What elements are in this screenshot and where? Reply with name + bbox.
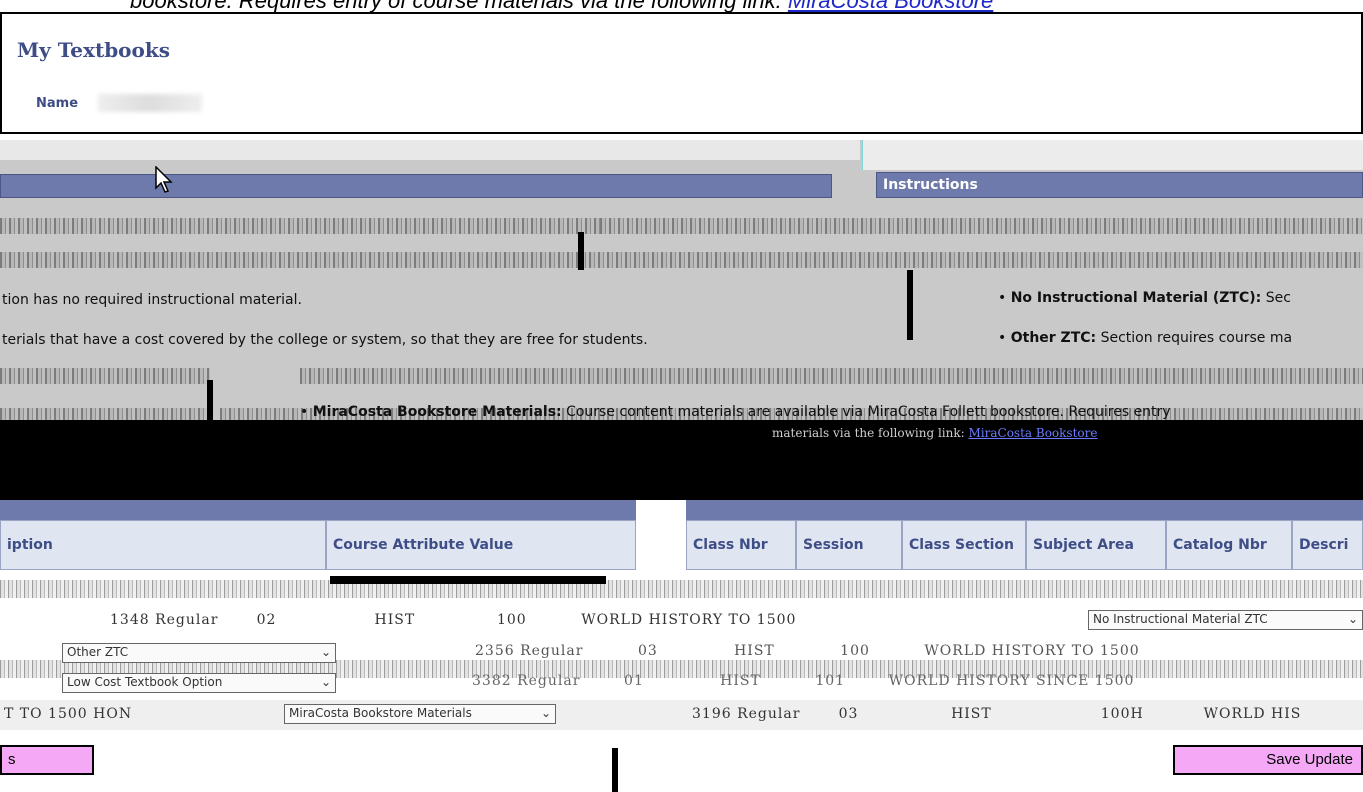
cell-subject: HIST <box>734 643 775 659</box>
cell-description: WORLD HIS <box>1203 706 1302 722</box>
glitch-bar <box>612 748 618 792</box>
bullet-other-label: Other ZTC: <box>1010 330 1097 346</box>
course-attribute-select[interactable]: Low Cost Textbook Option ⌄ <box>62 673 336 693</box>
glitch-strip <box>0 368 210 384</box>
black-band-sentence: materials via the following link: <box>772 426 965 440</box>
col-class-nbr: Class Nbr <box>686 520 796 570</box>
bullet-icon: • <box>998 330 1007 346</box>
banner-text: bookstore. Requires entry of course mate… <box>130 0 993 12</box>
cell-session: Regular <box>155 612 219 628</box>
cell-session: Regular <box>517 673 581 689</box>
black-band-text: materials via the following link: MiraCo… <box>772 426 1097 440</box>
col-course-attribute-value: Course Attribute Value <box>326 520 636 570</box>
table-row[interactable]: 3382 Regular 01 HIST 101 WORLD HISTORY S… <box>472 673 1134 689</box>
options-top-band <box>0 140 860 160</box>
banner-sentence: bookstore. Requires entry of course mate… <box>130 0 782 12</box>
table-row[interactable]: 3196 Regular 03 HIST 100H WORLD HIS <box>692 706 1301 722</box>
bullet-other-rest: Section requires course ma <box>1100 330 1293 346</box>
left-table-header-bar <box>0 500 636 520</box>
bullet-no-material-label: No Instructional Material (ZTC): <box>1010 290 1262 306</box>
table-row[interactable]: 1348 Regular 02 HIST 100 WORLD HISTORY T… <box>110 612 796 628</box>
bullet-miracosta-rest: Course content materials are available v… <box>566 404 1171 420</box>
cell-subject: HIST <box>374 612 416 628</box>
page-title: My Textbooks <box>17 38 170 62</box>
select-value: MiraCosta Bookstore Materials <box>289 706 472 720</box>
select-value: Other ZTC <box>67 645 129 659</box>
chevron-down-icon: ⌄ <box>540 706 551 720</box>
chevron-down-icon: ⌄ <box>320 675 331 689</box>
col-description-right: Descri <box>1292 520 1363 570</box>
bullet-other-ztc: • Other ZTC: Section requires course ma <box>998 330 1292 346</box>
cell-class-nbr: 2356 <box>475 643 515 659</box>
cell-section: 03 <box>838 706 859 722</box>
col-session: Session <box>796 520 902 570</box>
cell-catalog: 100 <box>496 612 527 628</box>
glitch-bar <box>207 380 213 420</box>
cell-section: 02 <box>256 612 277 628</box>
cell-subject: HIST <box>720 673 761 689</box>
bullet-icon: • <box>998 290 1007 306</box>
bullet-icon: • <box>300 404 309 420</box>
black-band-bookstore-link[interactable]: MiraCosta Bookstore <box>969 426 1098 440</box>
cell-catalog: 100H <box>1100 706 1144 722</box>
glitch-bar <box>578 232 584 270</box>
col-description: iption <box>0 520 326 570</box>
cell-section: 03 <box>637 643 658 659</box>
glitch-strip <box>0 252 580 268</box>
select-value: No Instructional Material ZTC <box>1093 612 1268 626</box>
black-glitch-band <box>0 420 1363 500</box>
right-top-strip <box>862 140 1363 170</box>
cell-catalog: 100 <box>840 643 870 659</box>
options-header-bar <box>0 174 832 198</box>
cell-section: 01 <box>624 673 644 689</box>
cell-class-nbr: 3382 <box>472 673 512 689</box>
glitch-strip <box>600 218 1363 234</box>
instructions-title: Instructions <box>883 177 978 193</box>
bullet-miracosta: • MiraCosta Bookstore Materials: Course … <box>300 404 1171 420</box>
glitch-strip <box>580 252 1363 268</box>
header-panel: My Textbooks Name <box>0 12 1363 134</box>
cell-description-left: T TO 1500 HON <box>4 706 133 722</box>
cell-class-nbr: 1348 <box>110 612 150 628</box>
glitch-bar <box>330 576 606 584</box>
bullet-no-material-rest: Sec <box>1265 290 1291 306</box>
glitch-strip <box>0 218 600 234</box>
left-action-button[interactable]: s <box>0 745 94 775</box>
table-row-glitch <box>0 580 1363 598</box>
banner-bookstore-link[interactable]: MiraCosta Bookstore <box>788 0 993 12</box>
mouse-cursor-icon <box>155 166 173 193</box>
table-row[interactable]: 2356 Regular 03 HIST 100 WORLD HISTORY T… <box>475 643 1140 659</box>
course-attribute-select[interactable]: Other ZTC ⌄ <box>62 643 336 663</box>
top-banner: bookstore. Requires entry of course mate… <box>0 0 1363 12</box>
col-subject-area: Subject Area <box>1026 520 1166 570</box>
col-catalog-nbr: Catalog Nbr <box>1166 520 1292 570</box>
glitch-strip <box>300 368 1363 384</box>
right-table-header-bar <box>686 500 1363 520</box>
instructions-header: Instructions <box>876 172 1363 198</box>
bullet-miracosta-label: MiraCosta Bookstore Materials: <box>312 404 562 420</box>
cell-description: WORLD HISTORY TO 1500 <box>924 643 1140 659</box>
cell-subject: HIST <box>951 706 992 722</box>
cell-class-nbr: 3196 <box>692 706 732 722</box>
cell-catalog: 101 <box>815 673 846 689</box>
name-value-redacted <box>98 94 202 112</box>
save-updates-button[interactable]: Save Update <box>1173 745 1363 775</box>
select-value: Low Cost Textbook Option <box>67 675 223 689</box>
course-attribute-select[interactable]: No Instructional Material ZTC ⌄ <box>1088 610 1363 630</box>
glitch-bar <box>907 270 913 340</box>
cell-description: WORLD HISTORY TO 1500 <box>581 612 797 628</box>
bullet-no-material: • No Instructional Material (ZTC): Sec <box>998 290 1291 306</box>
option-no-required-text: tion has no required instructional mater… <box>2 292 302 308</box>
course-attribute-select[interactable]: MiraCosta Bookstore Materials ⌄ <box>284 704 556 724</box>
name-label: Name <box>36 96 79 111</box>
option-cost-covered-text: terials that have a cost covered by the … <box>2 332 648 348</box>
col-class-section: Class Section <box>902 520 1026 570</box>
chevron-down-icon: ⌄ <box>1347 612 1358 626</box>
cell-description: WORLD HISTORY SINCE 1500 <box>888 673 1135 689</box>
chevron-down-icon: ⌄ <box>320 645 331 659</box>
cell-session: Regular <box>520 643 584 659</box>
cell-session: Regular <box>737 706 801 722</box>
